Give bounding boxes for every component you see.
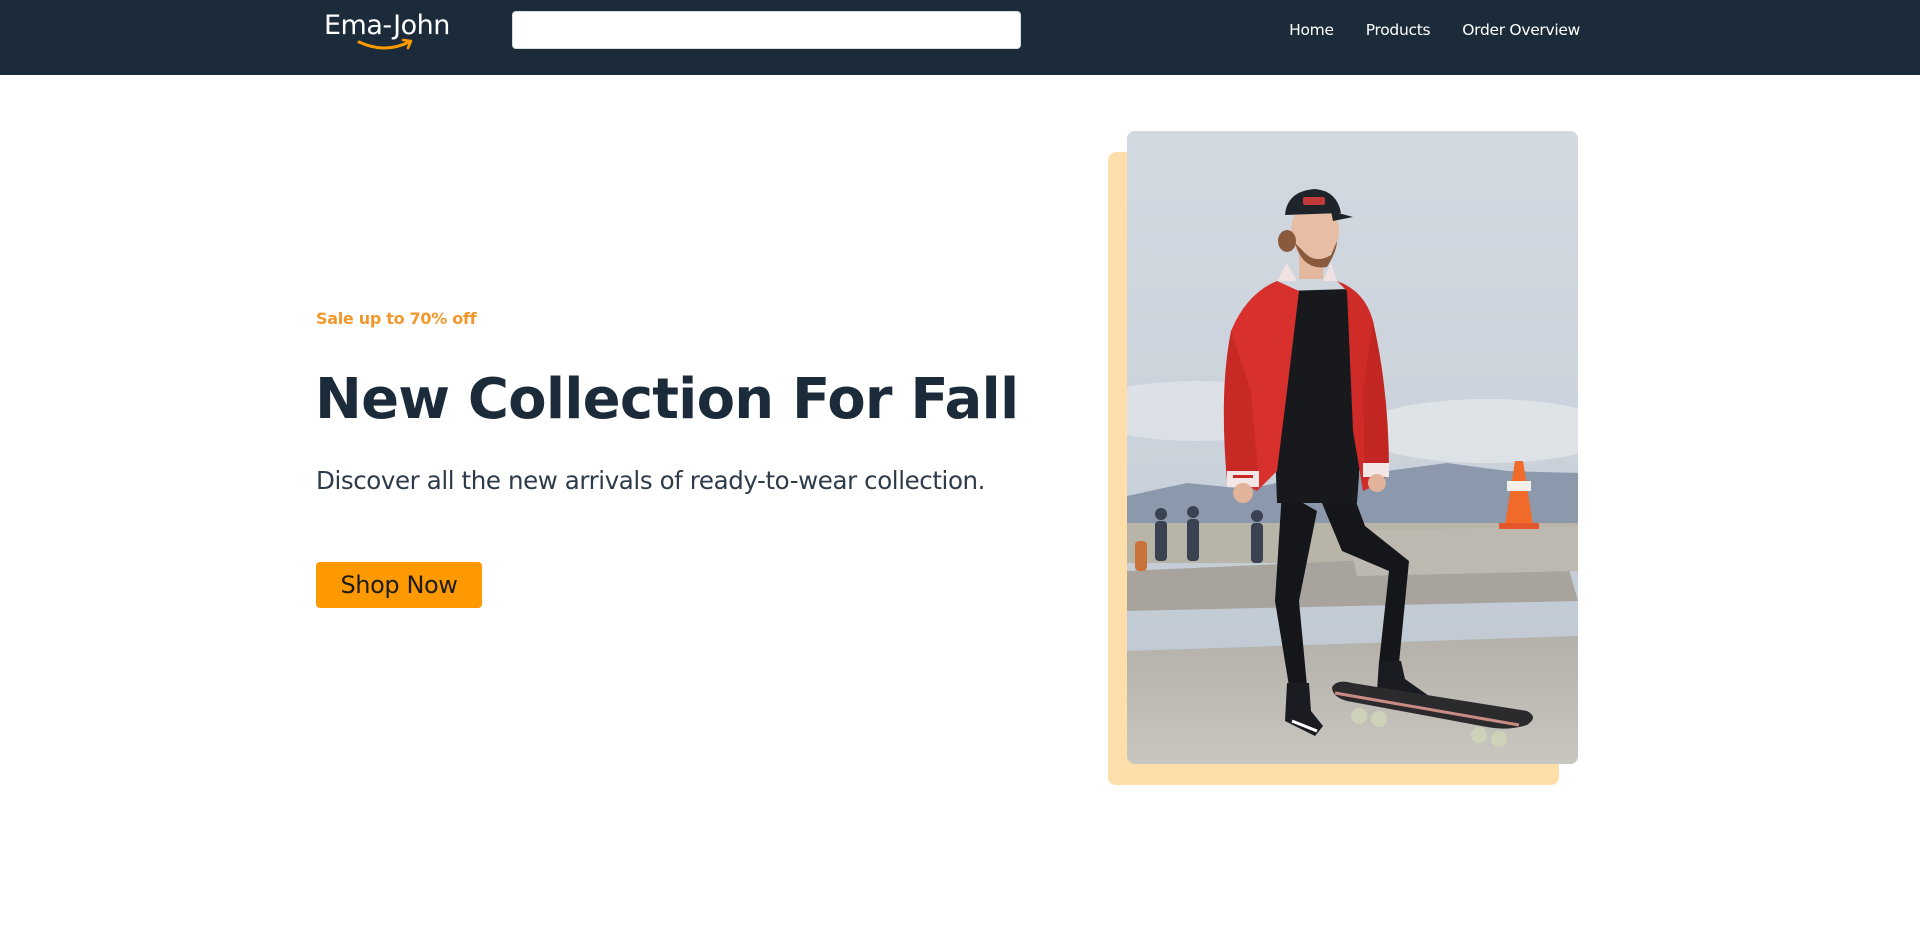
nav-order-overview-link[interactable]: Order Overview <box>1462 19 1580 41</box>
sale-badge-text: Sale up to 70% off <box>316 309 477 328</box>
nav-products-link[interactable]: Products <box>1366 19 1431 41</box>
smile-arrow-icon <box>357 38 413 50</box>
hero-image <box>1127 131 1578 764</box>
top-navbar: Ema-John Home Products Order Overview <box>0 0 1920 75</box>
hero-title: New Collection For Fall <box>315 367 1019 432</box>
site-logo[interactable]: Ema-John <box>324 9 464 55</box>
hero-subtitle: Discover all the new arrivals of ready-t… <box>316 466 986 495</box>
nav-home-link[interactable]: Home <box>1289 19 1334 41</box>
shop-now-button[interactable]: Shop Now <box>316 562 482 608</box>
search-input[interactable] <box>512 11 1021 49</box>
main-nav: Home Products Order Overview <box>1289 19 1580 41</box>
skateboarder-photo <box>1127 131 1578 764</box>
